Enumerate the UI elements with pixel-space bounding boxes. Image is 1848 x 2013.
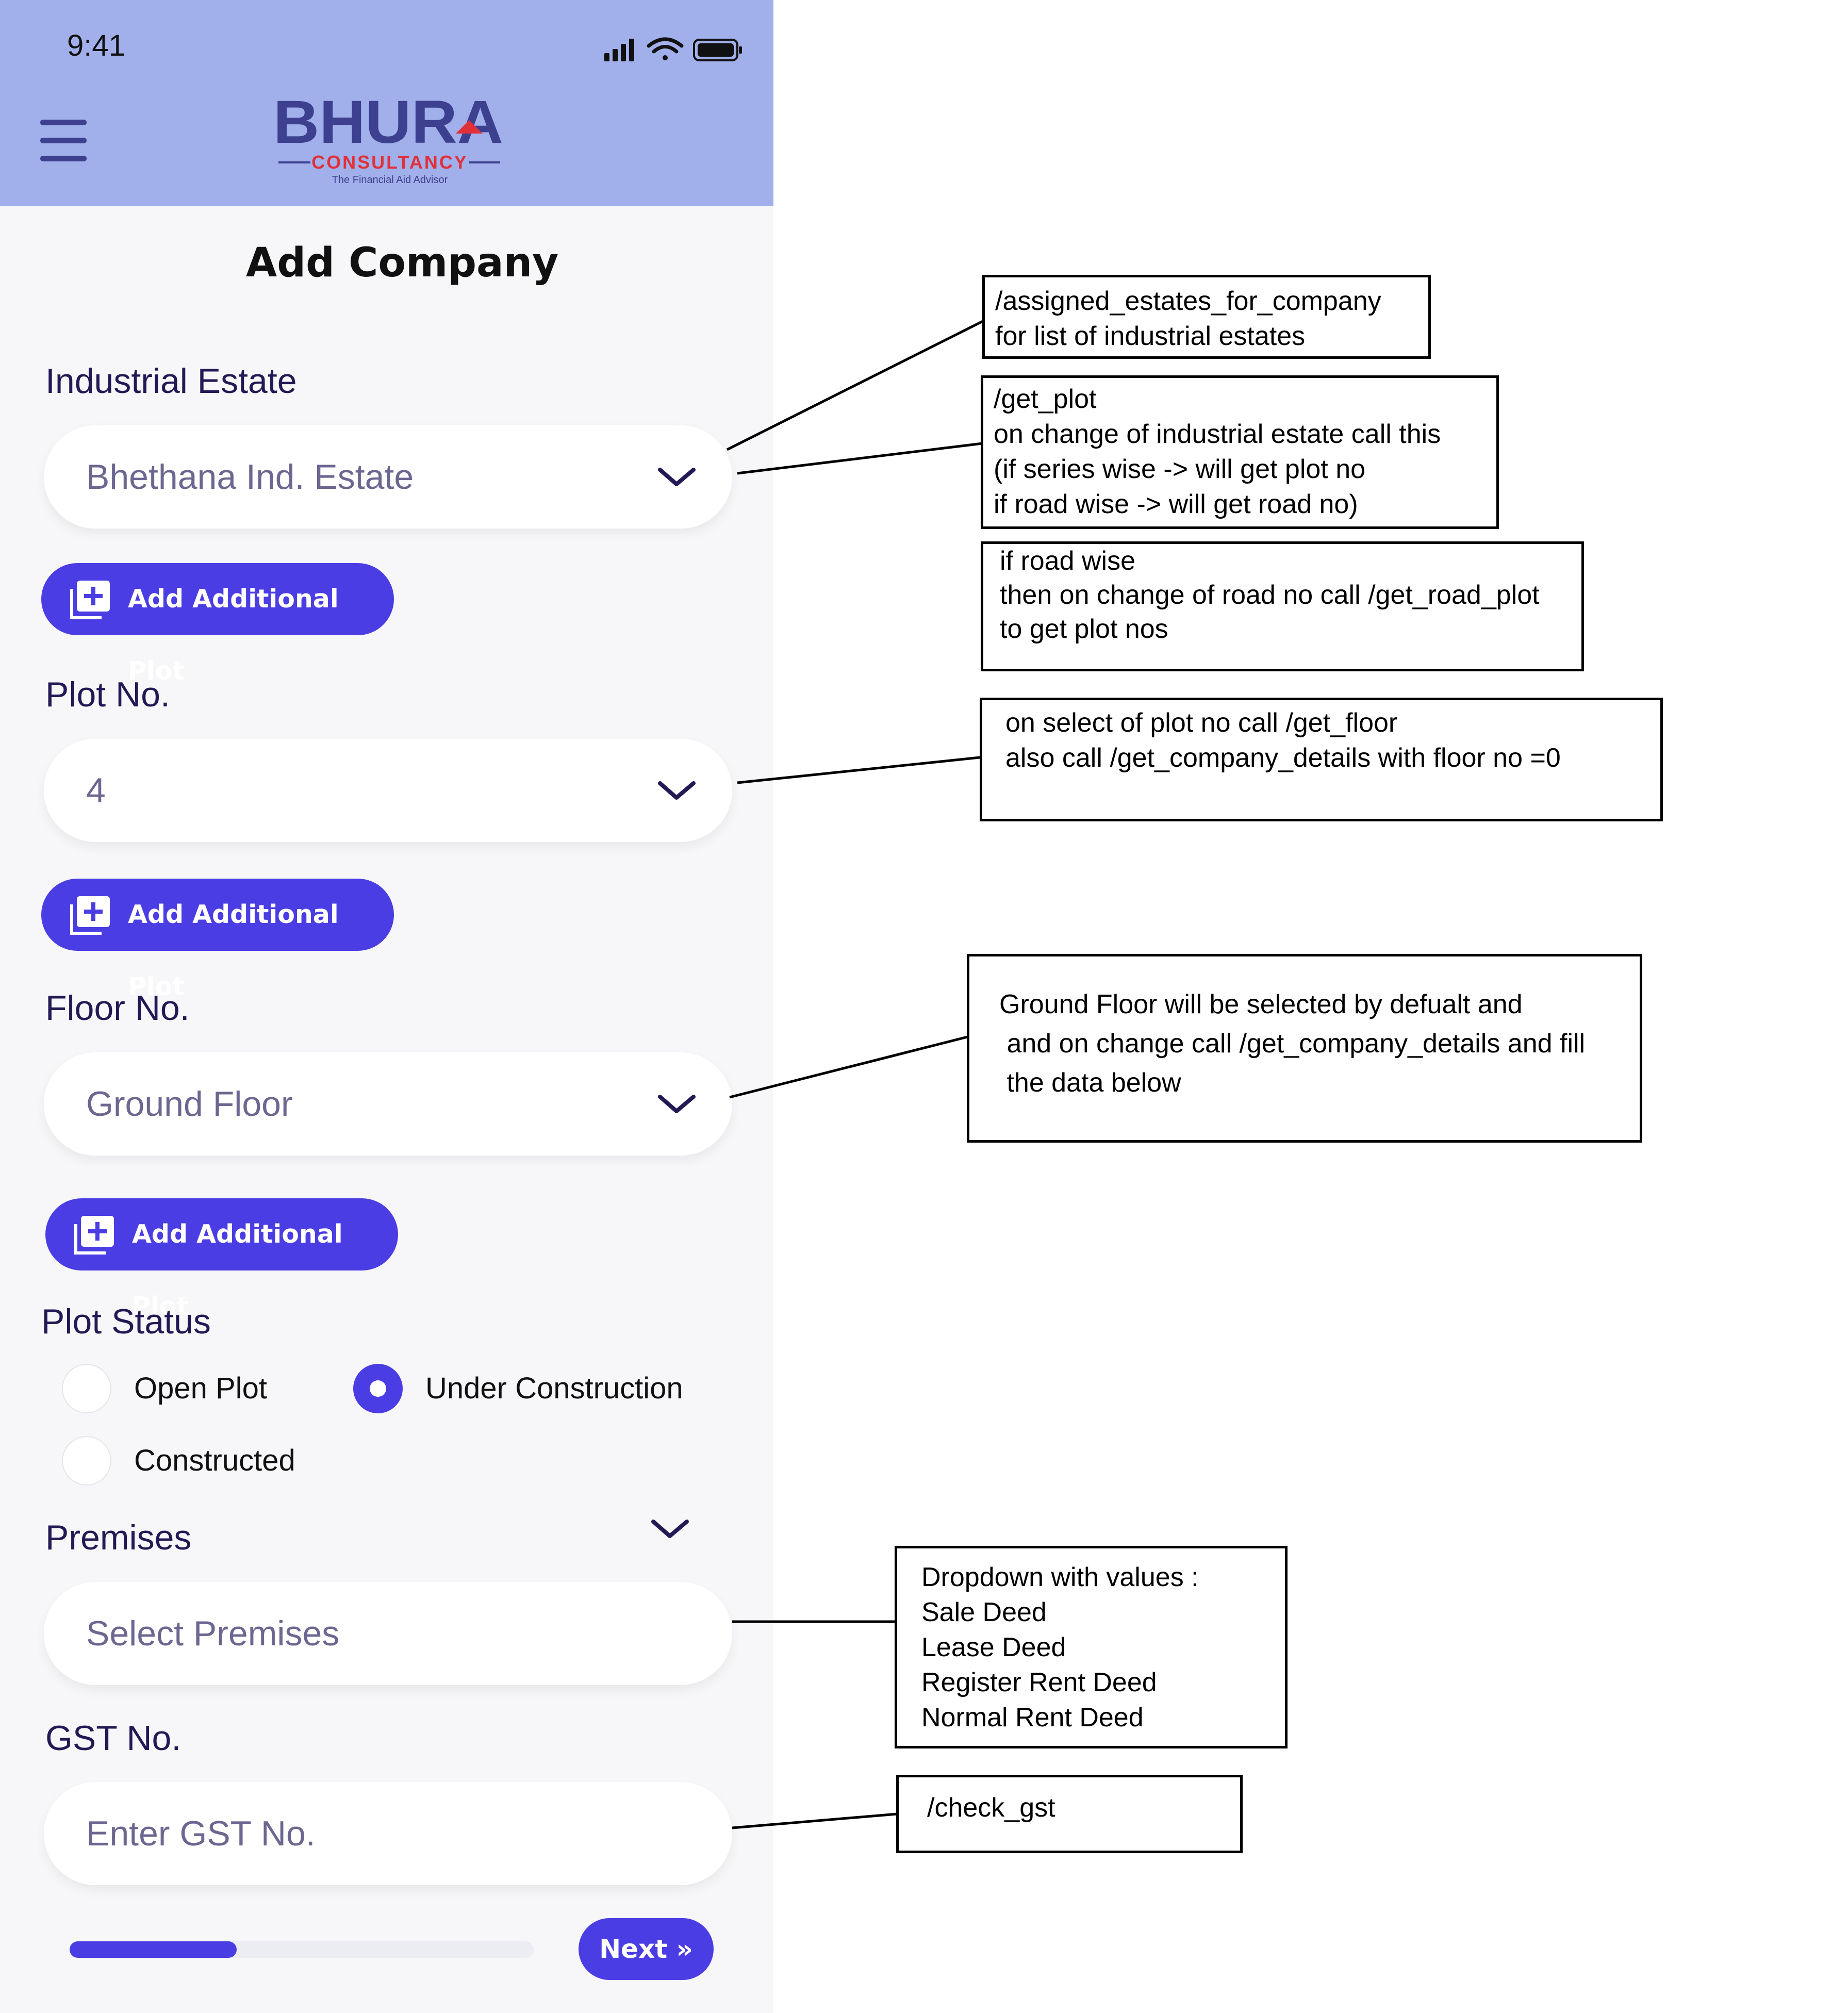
note-ground-floor: Ground Floor will be selected by defualt…	[967, 954, 1642, 1143]
note-premises-values: Dropdown with values : Sale Deed Lease D…	[895, 1546, 1288, 1748]
note-get-floor: on select of plot no call /get_floor als…	[980, 698, 1663, 821]
note-assigned-estates: /assigned_estates_for_company for list o…	[982, 275, 1431, 359]
note-check-gst: /check_gst	[896, 1775, 1243, 1853]
note-road-plot: if road wise then on change of road no c…	[981, 541, 1584, 671]
note-get-plot: /get_plot on change of industrial estate…	[981, 375, 1499, 529]
